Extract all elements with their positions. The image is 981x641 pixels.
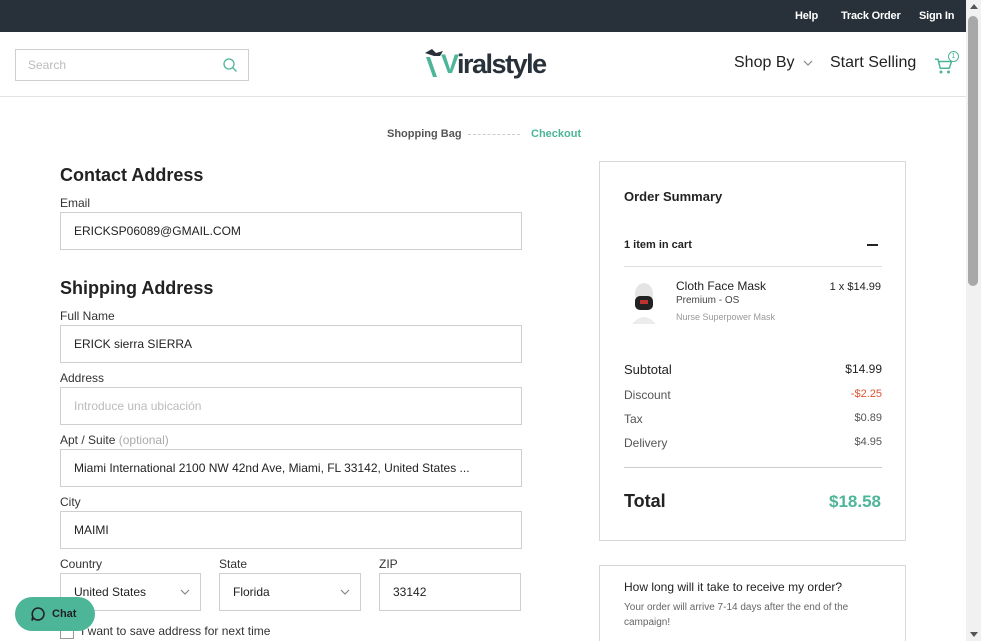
divider (624, 467, 882, 468)
cart-item-count: 1 item in cart (624, 239, 692, 251)
divider (624, 266, 882, 267)
email-label: Email (60, 196, 91, 210)
discount-row: Discount -$2.25 (624, 388, 882, 402)
shipping-address-title: Shipping Address (60, 278, 214, 298)
chat-button[interactable]: Chat (15, 597, 95, 631)
state-select-value[interactable] (220, 574, 360, 610)
full-name-label: Full Name (60, 309, 115, 323)
order-summary-panel: Order Summary 1 item in cart Cloth Face … (599, 161, 906, 541)
search-icon[interactable] (222, 57, 238, 73)
address-label: Address (60, 371, 105, 385)
chat-bubble-icon (31, 607, 45, 621)
full-name-field[interactable] (61, 326, 521, 362)
subtotal-row: Subtotal $14.99 (624, 362, 882, 377)
shop-by-menu[interactable]: Shop By (734, 54, 813, 72)
zip-label: ZIP (379, 557, 398, 571)
city-field-wrap (60, 511, 522, 549)
product-variant: Premium - OS (676, 295, 740, 306)
product-qty-price: 1 x $14.99 (829, 281, 881, 293)
tax-value: $0.89 (854, 412, 882, 424)
tax-row: Tax $0.89 (624, 412, 882, 426)
cart-button[interactable]: 1 (934, 51, 960, 78)
address-field[interactable] (61, 388, 521, 424)
state-label: State (219, 557, 248, 571)
total-label: Total (624, 491, 666, 511)
viralstyle-logo[interactable]: Viralstyle (423, 45, 548, 85)
apt-suite-field-wrap (60, 449, 522, 487)
apt-suite-field[interactable] (61, 450, 521, 486)
delivery-row: Delivery $4.95 (624, 436, 882, 450)
step-checkout: Checkout (531, 128, 582, 140)
chevron-down-icon (803, 60, 813, 66)
save-address-label: I want to save address for next time (81, 624, 271, 638)
search-input[interactable] (16, 50, 206, 80)
contact-address-title: Contact Address (60, 165, 204, 185)
discount-value: -$2.25 (850, 388, 882, 400)
delivery-faq-panel: How long will it take to receive my orde… (599, 565, 906, 641)
scroll-down-arrow-icon[interactable] (970, 632, 978, 637)
cart-count-badge: 1 (948, 51, 959, 62)
apt-suite-label: Apt / Suite (optional) (60, 433, 169, 447)
chevron-down-icon (180, 589, 190, 595)
scrollbar-thumb[interactable] (968, 16, 978, 286)
faq-answer: Your order will arrive 7-14 days after t… (624, 602, 849, 628)
search-box (15, 49, 249, 81)
track-order-link[interactable]: Track Order (841, 10, 901, 22)
logo-letters: iralstyle (457, 49, 547, 79)
faq-question[interactable]: How long will it take to receive my orde… (624, 580, 842, 594)
optional-hint: (optional) (118, 433, 169, 447)
logo-wordmark: Viralstyle (441, 49, 547, 80)
site-header: Viralstyle Shop By Start Selling 1 (0, 32, 966, 97)
city-field[interactable] (61, 512, 521, 548)
product-campaign: Nurse Superpower Mask (676, 312, 776, 322)
chevron-down-icon (340, 589, 350, 595)
delivery-label: Delivery (624, 436, 668, 450)
apt-suite-label-text: Apt / Suite (60, 433, 116, 447)
step-shopping-bag[interactable]: Shopping Bag (387, 128, 462, 140)
step-divider (468, 134, 520, 135)
subtotal-label: Subtotal (624, 362, 672, 377)
discount-label: Discount (624, 388, 671, 402)
chat-label: Chat (52, 608, 77, 620)
total-value: $18.58 (829, 492, 881, 511)
email-field-wrap (60, 212, 522, 250)
order-summary-title: Order Summary (624, 189, 723, 204)
zip-field-wrap (379, 573, 521, 611)
address-field-wrap (60, 387, 522, 425)
subtotal-value: $14.99 (845, 362, 882, 376)
full-name-field-wrap (60, 325, 522, 363)
face-mask-thumbnail (632, 283, 656, 324)
page-scrollbar[interactable] (966, 0, 981, 641)
sign-in-link[interactable]: Sign In (919, 10, 954, 22)
top-bar: Help Track Order Sign In (0, 0, 966, 32)
delivery-value: $4.95 (854, 436, 882, 448)
state-select[interactable] (219, 573, 361, 611)
country-label: Country (60, 557, 103, 571)
start-selling-link[interactable]: Start Selling (830, 54, 916, 72)
help-link[interactable]: Help (795, 10, 818, 22)
logo-letter-v: V (441, 49, 459, 79)
scroll-up-arrow-icon[interactable] (970, 4, 978, 9)
product-name: Cloth Face Mask (676, 279, 767, 293)
zip-field[interactable] (380, 574, 520, 610)
email-field[interactable] (61, 213, 521, 249)
collapse-icon[interactable] (867, 244, 878, 246)
city-label: City (60, 495, 81, 509)
shop-by-label: Shop By (734, 54, 795, 71)
tax-label: Tax (624, 412, 643, 426)
